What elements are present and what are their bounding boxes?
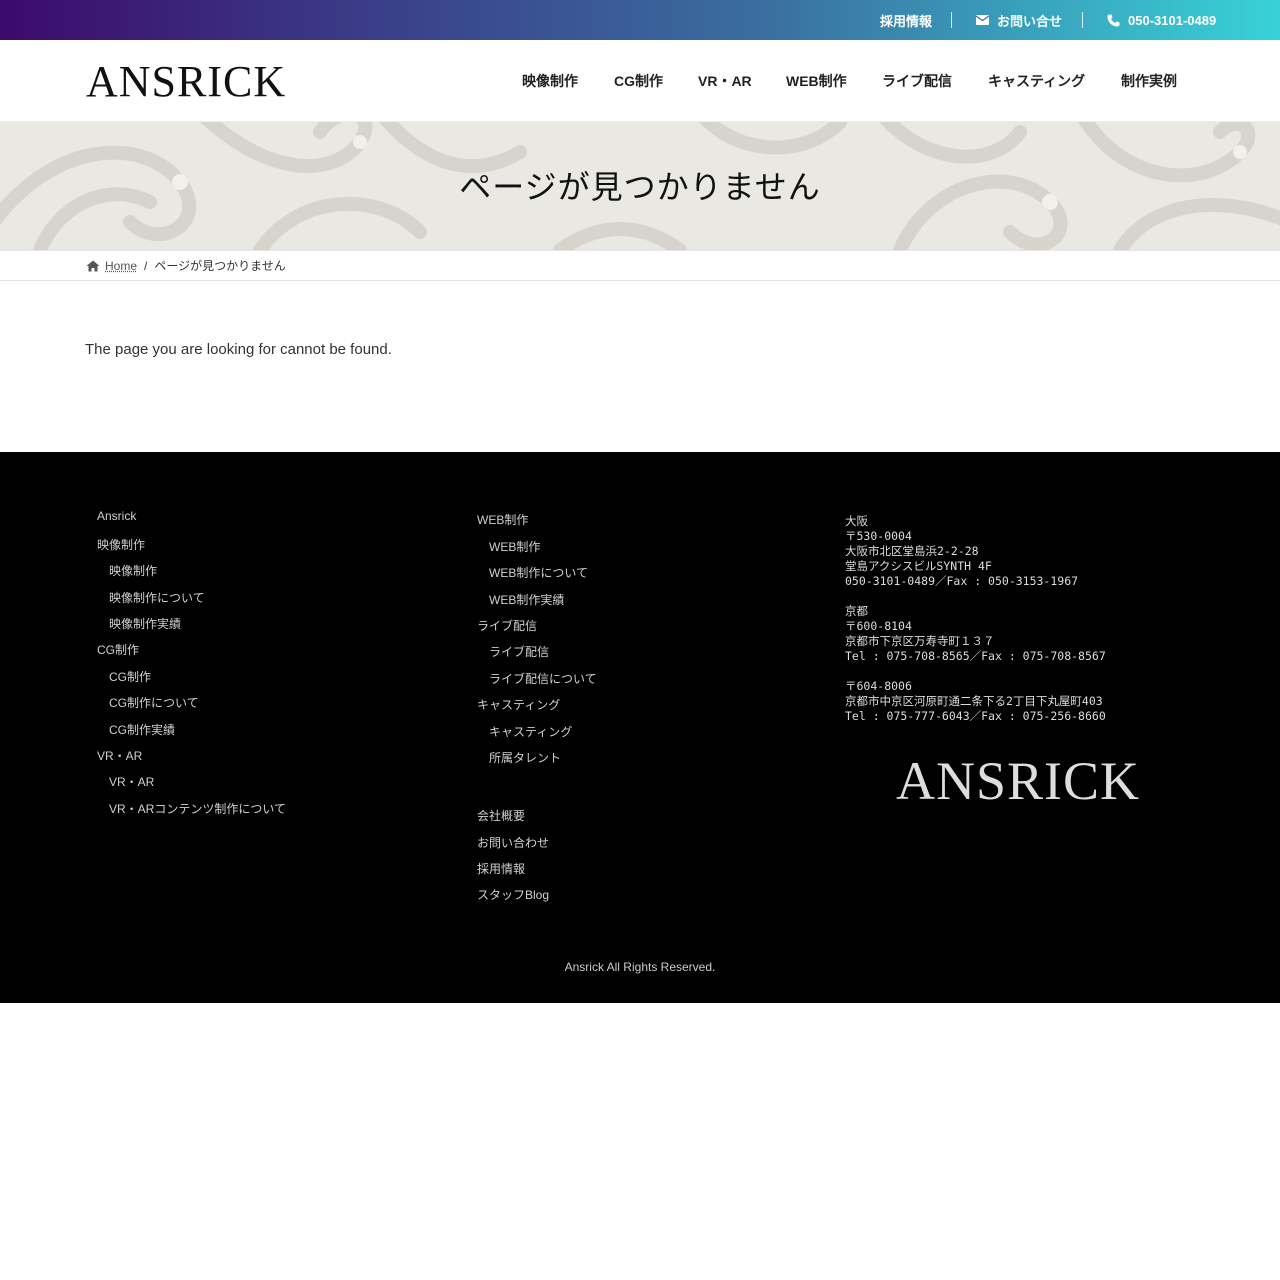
footer-link[interactable]: キャスティング	[489, 723, 572, 740]
footer-link[interactable]: CG制作	[109, 668, 151, 685]
nav-item-video[interactable]: 映像制作	[522, 40, 578, 122]
site-header: ANSRICK 映像制作 CG制作 VR・AR WEB制作 ライブ配信 キャステ…	[0, 40, 1280, 122]
breadcrumb-separator: /	[144, 258, 148, 273]
nav-item-casting[interactable]: キャスティング	[988, 40, 1085, 122]
nav-item-works[interactable]: 制作実例	[1121, 40, 1177, 122]
footer-link[interactable]: 映像制作	[109, 562, 157, 579]
envelope-icon	[975, 13, 989, 27]
top-bar: 採用情報 お問い合せ 050-3101-0489	[0, 0, 1280, 40]
phone-icon	[1106, 13, 1120, 27]
footer-link[interactable]: CG制作	[97, 641, 139, 658]
footer-link[interactable]: 採用情報	[477, 860, 525, 877]
home-icon	[86, 260, 100, 272]
footer-link[interactable]: WEB制作	[477, 511, 528, 528]
footer-link[interactable]: WEB制作実績	[489, 591, 564, 608]
footer-link[interactable]: VR・AR	[109, 773, 154, 790]
copyright: Ansrick All Rights Reserved.	[564, 960, 716, 974]
page-title: ページが見つかりません	[459, 169, 821, 205]
footer-link[interactable]: 会社概要	[477, 807, 525, 824]
footer-link[interactable]: VR・ARコンテンツ制作について	[109, 800, 286, 817]
footer-link[interactable]: Ansrick	[97, 509, 136, 523]
contact-link[interactable]: お問い合せ	[975, 0, 1062, 40]
nav-item-vr-ar[interactable]: VR・AR	[698, 40, 752, 122]
footer-link[interactable]: キャスティング	[477, 696, 560, 713]
phone-label: 050-3101-0489	[1128, 12, 1217, 28]
footer-link[interactable]: CG制作について	[109, 694, 199, 711]
nav-item-live[interactable]: ライブ配信	[882, 40, 952, 122]
recruit-label: 採用情報	[880, 13, 933, 29]
footer-link[interactable]: スタッフBlog	[477, 886, 549, 903]
footer-link[interactable]: CG制作実績	[109, 721, 175, 738]
footer-link[interactable]: 映像制作実績	[109, 615, 181, 632]
not-found-message: The page you are looking for cannot be f…	[85, 341, 392, 358]
nav-item-web[interactable]: WEB制作	[786, 40, 847, 122]
recruit-link[interactable]: 採用情報	[880, 0, 932, 40]
footer-link[interactable]: VR・AR	[97, 747, 142, 764]
footer-link[interactable]: ライブ配信	[489, 643, 549, 660]
footer-logo: ANSRICK	[896, 751, 1141, 811]
footer-link[interactable]: お問い合わせ	[477, 834, 549, 851]
site-footer: Ansrick 映像制作 映像制作 映像制作について 映像制作実績 CG制作 C…	[0, 452, 1280, 1003]
page-header-banner: ページが見つかりません	[0, 122, 1280, 250]
top-bar-divider	[1082, 12, 1083, 28]
footer-link[interactable]: ライブ配信	[477, 617, 537, 634]
company-address: 大阪 〒530-0004 大阪市北区堂島浜2-2-28 堂島アクシスビルSYNT…	[845, 514, 1106, 723]
footer-link[interactable]: 映像制作について	[109, 589, 205, 606]
breadcrumb-home-link[interactable]: Home	[105, 259, 137, 273]
footer-link[interactable]: ライブ配信について	[489, 670, 597, 687]
footer-link[interactable]: 映像制作	[97, 536, 145, 553]
footer-link[interactable]: WEB制作について	[489, 564, 588, 581]
contact-label: お問い合せ	[997, 13, 1063, 29]
breadcrumb-current: ページが見つかりません	[154, 259, 286, 273]
nav-item-cg[interactable]: CG制作	[614, 40, 663, 122]
footer-link[interactable]: 所属タレント	[489, 749, 561, 766]
phone-link[interactable]: 050-3101-0489	[1106, 0, 1216, 40]
breadcrumb: Home / ページが見つかりません	[0, 250, 1280, 281]
main-nav: 映像制作 CG制作 VR・AR WEB制作 ライブ配信 キャスティング 制作実例	[0, 40, 1280, 122]
top-bar-divider	[951, 12, 952, 28]
footer-link[interactable]: WEB制作	[489, 538, 540, 555]
